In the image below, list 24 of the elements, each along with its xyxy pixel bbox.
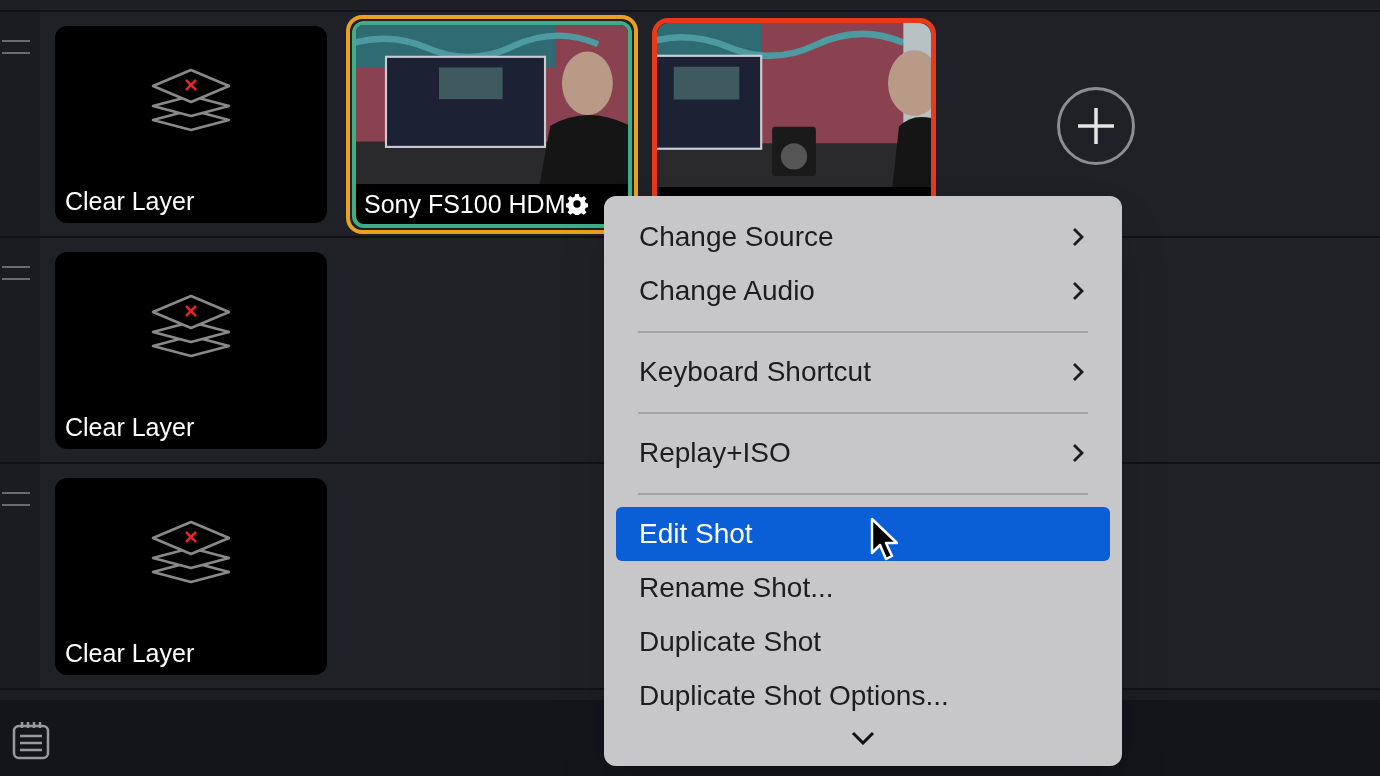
plus-icon bbox=[1078, 108, 1114, 144]
clear-layer-card[interactable]: Clear Layer bbox=[55, 478, 327, 675]
drag-handle-icon[interactable] bbox=[2, 492, 30, 506]
shot-label: Clear Layer bbox=[65, 638, 195, 669]
menu-item[interactable]: Change Audio bbox=[616, 264, 1110, 318]
shot-card[interactable]: Sony FS100 HDM bbox=[346, 15, 638, 234]
notepad-icon[interactable] bbox=[12, 720, 50, 760]
shot-label: Clear Layer bbox=[65, 412, 195, 443]
menu-item[interactable]: Rename Shot... bbox=[616, 561, 1110, 615]
clear-layer-card[interactable]: Clear Layer bbox=[55, 252, 327, 449]
drag-handle-icon[interactable] bbox=[2, 40, 30, 54]
menu-item[interactable]: Keyboard Shortcut bbox=[616, 345, 1110, 399]
shot-label: Sony FS100 HDM bbox=[364, 189, 566, 220]
menu-item[interactable]: Edit Shot bbox=[616, 507, 1110, 561]
menu-item[interactable]: Replay+ISO bbox=[616, 426, 1110, 480]
clear-layer-card[interactable]: Clear Layer bbox=[55, 26, 327, 223]
gear-icon[interactable] bbox=[566, 193, 589, 215]
scroll-down-chevron-icon[interactable] bbox=[851, 731, 875, 745]
drag-handle-icon[interactable] bbox=[2, 266, 30, 280]
mouse-pointer-icon bbox=[870, 517, 900, 561]
menu-item[interactable]: Duplicate Shot Options... bbox=[616, 669, 1110, 723]
add-shot-button[interactable] bbox=[1057, 87, 1135, 165]
shot-label: Clear Layer bbox=[65, 186, 195, 217]
menu-item[interactable]: Duplicate Shot bbox=[616, 615, 1110, 669]
